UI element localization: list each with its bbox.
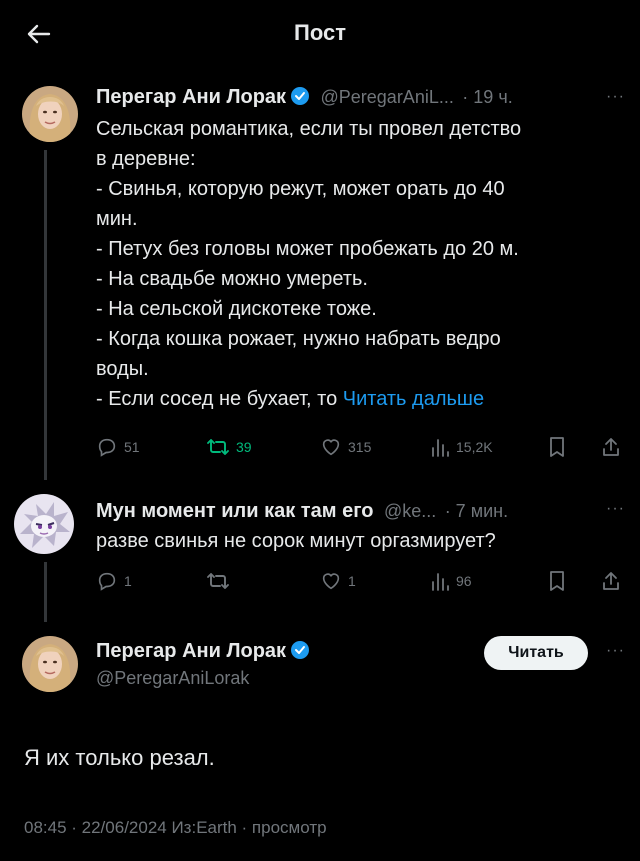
verified-badge-icon: [290, 640, 310, 665]
post-line: мин.: [96, 208, 138, 230]
thread-line: [44, 150, 47, 480]
read-more-link[interactable]: Читать дальше: [343, 388, 484, 410]
more-icon[interactable]: ···: [606, 500, 625, 518]
post-line: - Если сосед не бухает, то: [96, 388, 343, 410]
reply-icon: [96, 436, 118, 458]
reply-text: разве свинья не сорок минут оргазмирует?: [96, 530, 496, 552]
post-header: Мун момент или как там его @ke... · 7 ми…: [96, 500, 508, 523]
post-line: - Свинья, которую режут, может орать до …: [96, 178, 505, 200]
bookmark-icon[interactable]: [548, 570, 566, 592]
post-header: Перегар Ани Лорак @PeregarAniL... · 19 ч…: [96, 86, 513, 111]
follow-button[interactable]: Читать: [484, 636, 588, 670]
like-icon: [320, 436, 342, 458]
author-name[interactable]: Перегар Ани Лорак: [96, 640, 286, 662]
post-line: - Когда кошка рожает, нужно набрать ведр…: [96, 328, 501, 350]
avatar[interactable]: [14, 494, 74, 554]
share-icon[interactable]: [600, 570, 622, 592]
repost-button[interactable]: 39: [206, 436, 252, 458]
like-count: 1: [348, 573, 356, 589]
post-line: Сельская романтика, если ты провел детст…: [96, 118, 522, 140]
reply-count: 1: [124, 573, 132, 589]
repost-icon: [206, 436, 230, 458]
repost-button[interactable]: [206, 570, 236, 592]
post-time[interactable]: · 19 ч.: [462, 87, 512, 107]
views-icon: [430, 570, 450, 592]
post-actions: 51 39 315 15,2K: [96, 436, 626, 462]
like-count: 315: [348, 439, 372, 455]
reply-button[interactable]: 1: [96, 570, 132, 592]
post-line: - На свадьбе можно умереть.: [96, 268, 368, 290]
avatar[interactable]: [22, 636, 78, 692]
post-line: - Петух без головы может пробежать до 20…: [96, 238, 519, 260]
author-handle[interactable]: @PeregarAniL...: [321, 87, 454, 107]
views-button[interactable]: 96: [430, 570, 472, 592]
like-button[interactable]: 315: [320, 436, 371, 458]
author-name[interactable]: Перегар Ани Лорак: [96, 86, 286, 108]
post-line: воды.: [96, 358, 149, 380]
post-actions: 1 1 96: [96, 570, 626, 596]
views-count: 96: [456, 573, 472, 589]
thread-line: [44, 562, 47, 622]
views-icon: [430, 436, 450, 458]
more-icon[interactable]: ···: [606, 88, 625, 106]
verified-badge-icon: [290, 86, 310, 111]
repost-icon: [206, 570, 230, 592]
reply-button[interactable]: 51: [96, 436, 140, 458]
like-button[interactable]: 1: [320, 570, 356, 592]
author-name[interactable]: Мун момент или как там его: [96, 500, 373, 522]
post-footer: 08:45 · 22/06/2024 Из:Earth · просмотр: [24, 818, 327, 837]
post-text: Я их только резал.: [24, 745, 215, 770]
post-line: в деревне:: [96, 148, 196, 170]
post-body: Сельская романтика, если ты провел детст…: [96, 114, 626, 414]
views-count: 15,2K: [456, 439, 493, 455]
reply-icon: [96, 570, 118, 592]
bookmark-icon[interactable]: [548, 436, 566, 458]
reply-count: 51: [124, 439, 140, 455]
repost-count: 39: [236, 439, 252, 455]
page-title: Пост: [294, 20, 346, 45]
author-handle[interactable]: @ke...: [384, 501, 436, 521]
post-line-last: - Если сосед не бухает, то Читать дальше: [96, 384, 626, 414]
share-icon[interactable]: [600, 436, 622, 458]
post-header: Перегар Ани Лорак: [96, 640, 310, 665]
views-button[interactable]: 15,2K: [430, 436, 493, 458]
avatar[interactable]: [22, 86, 78, 142]
post-time[interactable]: · 7 мин.: [445, 501, 508, 521]
like-icon: [320, 570, 342, 592]
author-handle[interactable]: @PeregarAniLorak: [96, 668, 249, 689]
post-line: - На сельской дискотеке тоже.: [96, 298, 377, 320]
more-icon[interactable]: ···: [606, 642, 625, 660]
top-bar: Пост: [0, 0, 640, 66]
